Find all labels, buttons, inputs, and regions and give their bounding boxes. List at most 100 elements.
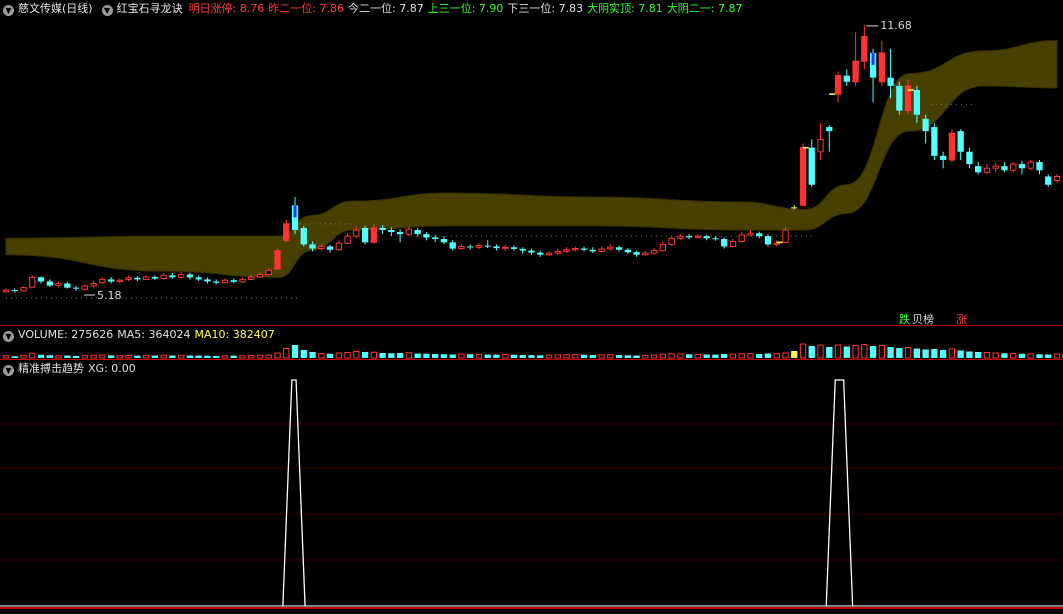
- header-item: 大阴二一: 7.87: [666, 2, 743, 15]
- volume-bar: [554, 354, 561, 359]
- candle-body: [265, 269, 272, 275]
- volume-bar: [221, 355, 229, 359]
- volume-bar: [826, 347, 833, 358]
- volume-bar: [843, 346, 850, 358]
- volume-bar: [510, 354, 518, 358]
- candle-body: [554, 250, 561, 254]
- volume-bar: [72, 355, 80, 358]
- candle-body: [169, 275, 176, 278]
- volume-bar: [484, 354, 491, 358]
- candle-body: [335, 242, 342, 251]
- candle-body: [799, 147, 807, 206]
- volume-bar: [458, 353, 465, 359]
- candle-body: [274, 250, 281, 270]
- candle-body: [572, 248, 579, 251]
- volume-bar: [169, 355, 176, 358]
- candle-body: [405, 228, 413, 235]
- volume-bar: [300, 350, 307, 358]
- chevron-down-icon[interactable]: ▼: [101, 5, 113, 16]
- volume-bar: [931, 349, 938, 358]
- signal-die: 跌: [899, 312, 910, 326]
- volume-bar: [642, 354, 649, 359]
- candle-body: [510, 247, 518, 249]
- chevron-down-icon[interactable]: ▼: [3, 331, 14, 342]
- candle-body: [808, 147, 815, 185]
- volume-bar: [116, 355, 124, 359]
- volume-bar: [948, 348, 956, 359]
- chevron-down-icon[interactable]: ▼: [3, 5, 14, 16]
- volume-bar: [791, 351, 798, 358]
- volume-bar: [423, 353, 430, 358]
- volume-bar: [852, 345, 859, 359]
- ma10-value: 382407: [232, 328, 275, 341]
- candle-body: [379, 227, 386, 230]
- limit-marker: [293, 205, 297, 218]
- chevron-down-icon[interactable]: ▼: [3, 365, 14, 376]
- volume-bar: [1001, 353, 1008, 358]
- volume-bar: [379, 353, 386, 358]
- volume-bar: [712, 354, 719, 358]
- candle-body: [992, 165, 999, 169]
- candle-body: [589, 249, 596, 252]
- candle-body: [694, 235, 702, 238]
- candle-body: [396, 232, 404, 235]
- volume-bar: [869, 346, 877, 358]
- header-item: 明日涨停: 8.76: [188, 2, 265, 15]
- candle-body: [738, 234, 745, 243]
- volume-bar: [1027, 353, 1034, 359]
- candle-body: [668, 237, 675, 245]
- low-price-label: 5.18: [97, 289, 122, 302]
- volume-bar: [729, 353, 737, 359]
- candle-body: [826, 127, 833, 132]
- volume-bar: [467, 354, 474, 358]
- volume-bar: [650, 354, 658, 359]
- candle-body: [151, 276, 159, 279]
- candle-body: [1018, 164, 1026, 169]
- volume-bar: [957, 350, 964, 358]
- header-item: 今二一位: 7.87: [348, 2, 424, 15]
- volume-bar: [668, 353, 675, 359]
- volume-bar: [563, 354, 570, 359]
- volume-bar: [125, 355, 132, 359]
- volume-bar: [896, 348, 903, 358]
- candle-body: [834, 75, 842, 95]
- kline-chart-canvas[interactable]: 11.685.18跌 贝榜涨: [0, 0, 1063, 614]
- candle-body: [615, 247, 623, 250]
- header-item: 大阴实顶: 7.81: [587, 2, 663, 15]
- volume-bar: [992, 352, 999, 359]
- volume-bar: [432, 354, 439, 358]
- candle-body: [186, 274, 194, 278]
- volume-bar: [878, 345, 885, 359]
- volume-bar: [572, 354, 579, 359]
- candle-body: [309, 244, 316, 249]
- xg-value: 0.00: [111, 362, 136, 375]
- candle-body: [318, 245, 325, 250]
- volume-bar: [186, 355, 194, 358]
- volume-bar: [537, 355, 544, 358]
- candle-body: [142, 276, 150, 280]
- volume-bar: [309, 352, 316, 358]
- candle-body: [248, 276, 255, 280]
- candle-body: [931, 127, 938, 156]
- candle-body: [256, 273, 264, 278]
- candle-body: [195, 277, 202, 280]
- candle-body: [125, 277, 132, 280]
- header-items: 明日涨停: 8.76 昨二一位: 7.86 今二一位: 7.87 上三一位: 7.90…: [189, 2, 747, 15]
- volume-bar: [502, 354, 509, 359]
- candle-body: [650, 250, 658, 254]
- volume-bar: [178, 354, 185, 359]
- candle-body: [528, 250, 535, 253]
- volume-bar: [291, 345, 299, 358]
- candle-body: [484, 245, 491, 247]
- volume-bar: [721, 354, 728, 358]
- volume-bar: [1018, 353, 1026, 358]
- volume-bar: [939, 350, 947, 358]
- candle-body: [230, 280, 237, 282]
- volume-bar: [248, 355, 255, 359]
- candle-body: [432, 237, 439, 240]
- header-item: 下三一位: 7.83: [507, 2, 584, 15]
- volume-bar: [922, 349, 929, 358]
- volume-bar: [107, 355, 115, 358]
- volume-bar: [738, 353, 745, 359]
- volume-bar: [747, 353, 754, 359]
